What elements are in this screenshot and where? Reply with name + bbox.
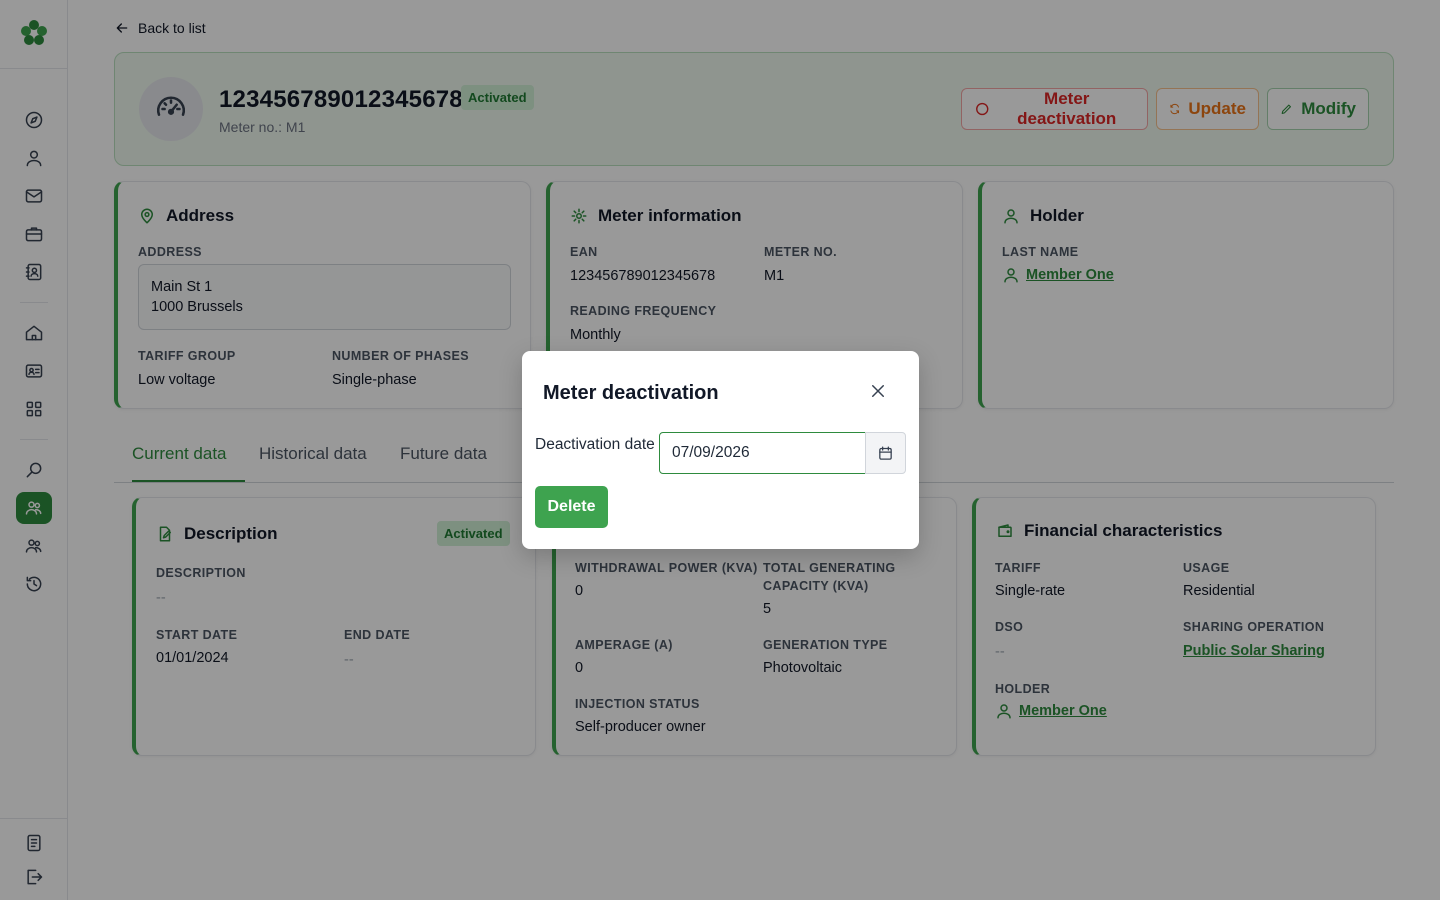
meter-deactivation-dialog: Meter deactivation Deactivation date Del… — [522, 351, 919, 549]
close-button[interactable] — [866, 379, 890, 403]
calendar-icon — [879, 445, 892, 460]
deactivation-date-input[interactable] — [659, 432, 866, 474]
deactivation-date-label: Deactivation date — [535, 436, 655, 453]
calendar-button[interactable] — [865, 432, 906, 474]
delete-button[interactable]: Delete — [535, 486, 608, 528]
dialog-title: Meter deactivation — [543, 382, 719, 404]
close-icon — [872, 385, 884, 397]
